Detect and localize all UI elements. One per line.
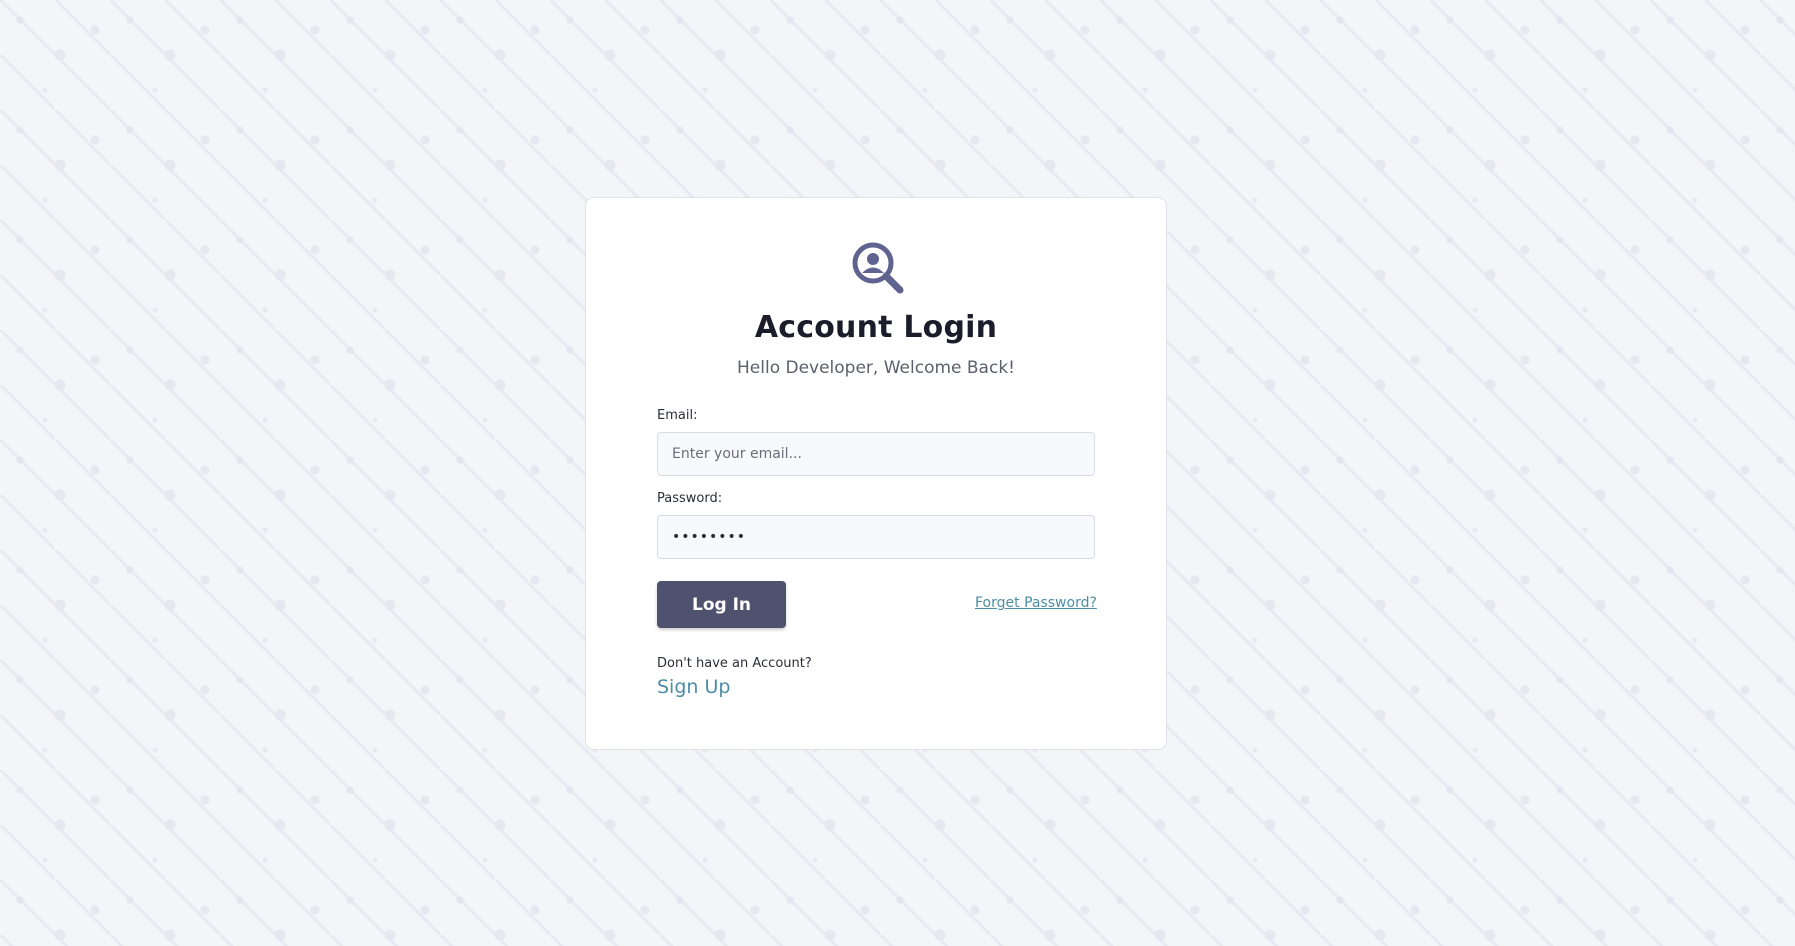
password-label: Password: [657, 491, 723, 506]
no-account-text: Don't have an Account? [657, 656, 812, 671]
forget-password-link[interactable]: Forget Password? [975, 595, 1097, 611]
user-search-icon [852, 242, 904, 294]
signup-link[interactable]: Sign Up [657, 676, 730, 698]
welcome-subtitle: Hello Developer, Welcome Back! [737, 358, 1015, 378]
email-label: Email: [657, 408, 698, 423]
password-input[interactable] [657, 515, 1095, 559]
page-title: Account Login [754, 310, 998, 345]
email-input[interactable] [657, 432, 1095, 476]
login-button[interactable]: Log In [657, 581, 786, 628]
login-card: Account Login Hello Developer, Welcome B… [585, 197, 1167, 750]
